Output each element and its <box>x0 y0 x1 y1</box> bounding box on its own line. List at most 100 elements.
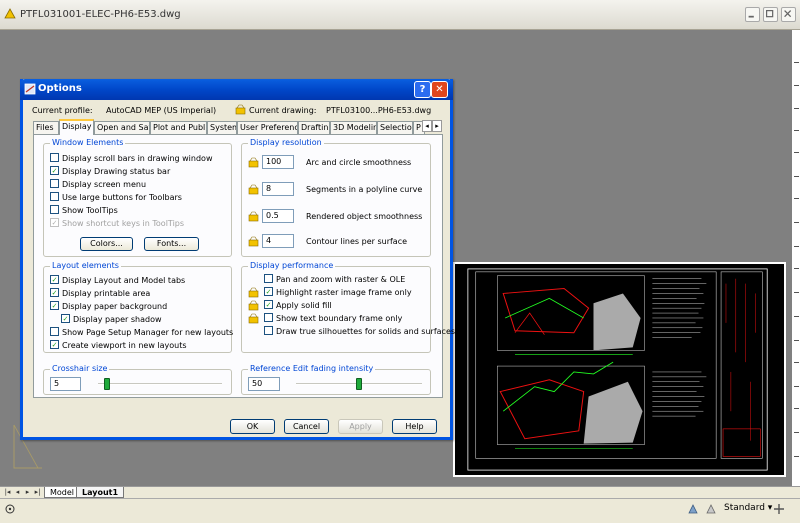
annotation-autoscale-icon[interactable] <box>704 502 718 516</box>
colors-button[interactable]: Colors... <box>80 237 133 251</box>
help-button[interactable]: Help <box>392 419 437 434</box>
tray-settings-icon[interactable] <box>772 502 786 516</box>
checkbox-paper-shadow[interactable]: ✓ Display paper shadow <box>61 314 162 326</box>
checkbox-highlight-raster-frame[interactable]: ✓ Highlight raster image frame only <box>264 287 412 299</box>
checkbox-box[interactable] <box>264 326 273 335</box>
minimize-icon <box>748 15 754 18</box>
checkbox-layout-model-tabs[interactable]: ✓ Display Layout and Model tabs <box>50 275 185 287</box>
crosshair-size-input[interactable]: 5 <box>50 377 81 391</box>
checkbox-paper-background[interactable]: ✓ Display paper background <box>50 301 167 313</box>
options-tab-strip: Files Display Open and Save Plot and Pub… <box>33 119 443 135</box>
question-icon: ? <box>419 84 426 95</box>
minimize-button[interactable] <box>745 7 760 22</box>
first-tab-button[interactable]: |◂ <box>3 488 12 497</box>
checkbox-page-setup-manager[interactable]: Show Page Setup Manager for new layouts <box>50 327 233 339</box>
tab-model[interactable]: Model <box>44 487 81 498</box>
checkbox-box[interactable] <box>264 274 273 283</box>
checkbox-box[interactable] <box>50 205 59 214</box>
checkmark-icon[interactable]: ✓ <box>50 340 59 349</box>
checkmark-icon[interactable]: ✓ <box>50 275 59 284</box>
resolution-setting-icon <box>248 211 259 222</box>
checkbox-label: Use large buttons for Toolbars <box>62 193 182 202</box>
chevron-right-icon: ▸ <box>435 122 439 130</box>
checkmark-icon[interactable]: ✓ <box>50 288 59 297</box>
close-window-button[interactable] <box>781 7 796 22</box>
tab-plot-and-publish[interactable]: Plot and Publish <box>150 121 207 134</box>
reference-edit-fading-group: Reference Edit fading intensity 50 <box>241 364 431 395</box>
dwg-file-icon <box>4 8 16 19</box>
checkbox-box[interactable] <box>50 192 59 201</box>
checkmark-icon[interactable]: ✓ <box>50 166 59 175</box>
fonts-button[interactable]: Fonts... <box>144 237 199 251</box>
checkmark-icon[interactable]: ✓ <box>50 301 59 310</box>
slider-thumb[interactable] <box>356 378 362 390</box>
checkbox-apply-solid-fill[interactable]: ✓ Apply solid fill <box>264 300 332 312</box>
crosshair-size-group: Crosshair size 5 <box>43 364 232 395</box>
next-tab-button[interactable]: ▸ <box>23 488 32 497</box>
cancel-button[interactable]: Cancel <box>284 419 329 434</box>
checkbox-create-viewport[interactable]: ✓ Create viewport in new layouts <box>50 340 187 352</box>
resolution-setting-icon <box>248 157 259 168</box>
checkbox-show-tooltips[interactable]: Show ToolTips <box>50 205 118 217</box>
group-title: Crosshair size <box>50 364 110 373</box>
tab-layout1[interactable]: Layout1 <box>76 487 125 498</box>
tab-open-and-save[interactable]: Open and Save <box>94 121 150 134</box>
checkbox-drawing-status-bar[interactable]: ✓ Display Drawing status bar <box>50 166 170 178</box>
checkbox-box[interactable] <box>264 313 273 322</box>
checkbox-label: Display screen menu <box>62 180 147 189</box>
tab-system[interactable]: System <box>207 121 237 134</box>
checkbox-screen-menu[interactable]: Display screen menu <box>50 179 146 191</box>
crosshair-size-slider[interactable] <box>98 377 222 391</box>
rendered-smoothness-input[interactable]: 0.5 <box>262 209 294 223</box>
restore-button[interactable] <box>763 7 778 22</box>
display-performance-group: Display performance Pan and zoom with ra… <box>241 261 455 353</box>
resolution-setting-icon <box>248 184 259 195</box>
checkmark-icon[interactable]: ✓ <box>264 287 273 296</box>
tab-drafting[interactable]: Drafting <box>298 121 330 134</box>
group-title: Layout elements <box>50 261 121 270</box>
checkmark-icon[interactable]: ✓ <box>61 314 70 323</box>
fading-intensity-slider[interactable] <box>296 377 422 391</box>
annotation-visibility-icon[interactable] <box>686 502 700 516</box>
last-tab-button[interactable]: ▸| <box>33 488 42 497</box>
polyline-segments-input[interactable]: 8 <box>262 182 294 196</box>
checkbox-true-silhouettes[interactable]: Draw true silhouettes for solids and sur… <box>264 326 455 338</box>
fading-intensity-input[interactable]: 50 <box>248 377 280 391</box>
apply-button: Apply <box>338 419 383 434</box>
checkmark-icon[interactable]: ✓ <box>264 300 273 309</box>
tab-display[interactable]: Display <box>59 119 94 135</box>
arc-smoothness-input[interactable]: 100 <box>262 155 294 169</box>
checkbox-box[interactable] <box>50 179 59 188</box>
layout-tab-bar: |◂ ◂ ▸ ▸| Model Layout1 <box>0 486 800 498</box>
contour-lines-label: Contour lines per surface <box>306 237 408 246</box>
checkbox-box[interactable] <box>50 327 59 336</box>
tab-scroll-right-button[interactable]: ▸ <box>432 120 442 132</box>
ok-button[interactable]: OK <box>230 419 275 434</box>
dialog-help-button[interactable]: ? <box>414 81 431 98</box>
checkbox-box[interactable] <box>50 153 59 162</box>
checkbox-scroll-bars[interactable]: Display scroll bars in drawing window <box>50 153 213 165</box>
checkbox-shortcut-keys-tooltips: ✓ Show shortcut keys in ToolTips <box>50 218 184 230</box>
prev-tab-button[interactable]: ◂ <box>13 488 22 497</box>
polyline-segments-label: Segments in a polyline curve <box>306 185 423 194</box>
group-title: Window Elements <box>50 138 126 147</box>
tab-3d-modeling[interactable]: 3D Modeling <box>330 121 377 134</box>
tab-user-preferences[interactable]: User Preferences <box>237 121 298 134</box>
checkbox-printable-area[interactable]: ✓ Display printable area <box>50 288 150 300</box>
checkbox-pan-zoom-raster[interactable]: Pan and zoom with raster & OLE <box>264 274 405 286</box>
contour-lines-input[interactable]: 4 <box>262 234 294 248</box>
annotation-scale-dropdown[interactable]: Standard ▾ <box>724 503 772 513</box>
checkbox-label: Pan and zoom with raster & OLE <box>276 275 406 284</box>
checkbox-large-buttons[interactable]: Use large buttons for Toolbars <box>50 192 182 204</box>
slider-thumb[interactable] <box>104 378 110 390</box>
dialog-close-button[interactable]: ✕ <box>431 81 448 98</box>
checkbox-label: Draw true silhouettes for solids and sur… <box>276 327 456 336</box>
dialog-titlebar[interactable]: Options ? ✕ <box>20 79 453 100</box>
checkbox-text-boundary-frame[interactable]: Show text boundary frame only <box>264 313 402 325</box>
current-profile-label: Current profile: <box>32 106 93 115</box>
tab-scroll-left-button[interactable]: ◂ <box>422 120 432 132</box>
tab-files[interactable]: Files <box>33 121 59 134</box>
tab-selection[interactable]: Selection <box>377 121 413 134</box>
group-title: Reference Edit fading intensity <box>248 364 376 373</box>
checkbox-label: Display Layout and Model tabs <box>62 276 186 285</box>
